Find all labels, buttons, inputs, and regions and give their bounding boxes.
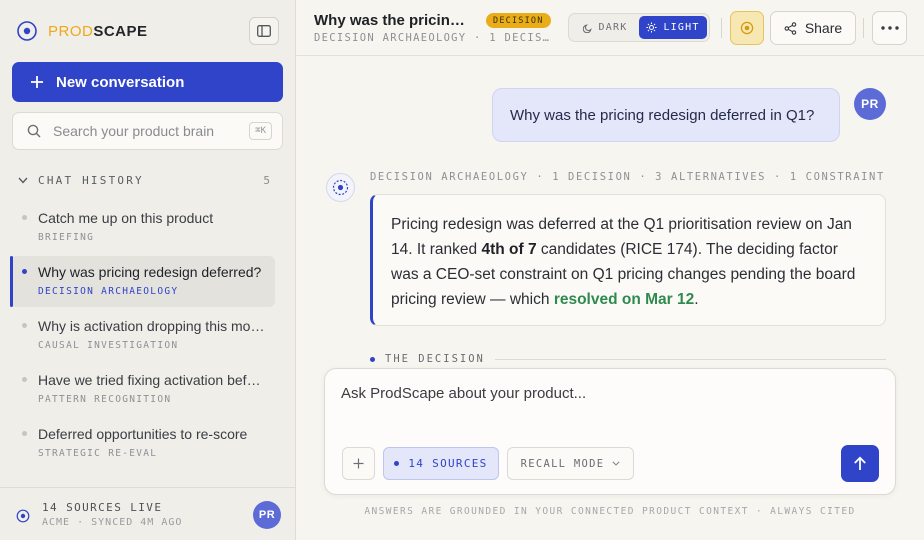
history-dot-icon (22, 431, 27, 436)
recall-mode-label: RECALL MODE (520, 457, 605, 470)
history-item-title: Deferred opportunities to re-score (38, 426, 248, 442)
attach-button[interactable] (342, 447, 375, 480)
history-dot-icon (22, 215, 27, 220)
history-item-title: Why is activation dropping this month? (38, 318, 265, 334)
insights-button[interactable] (730, 11, 764, 45)
history-item-type: BRIEFING (38, 232, 95, 243)
search-input[interactable] (53, 123, 238, 139)
history-item-type: DECISION ARCHAEOLOGY (38, 286, 179, 297)
top-bar: Why was the pricing redesign deferred? D… (296, 0, 924, 56)
history-item-type: PATTERN RECOGNITION (38, 394, 172, 405)
more-horizontal-icon (880, 26, 899, 30)
sources-live-icon (16, 509, 30, 523)
history-item-title: Have we tried fixing activation before? (38, 372, 265, 388)
new-conversation-label: New conversation (56, 73, 185, 91)
avatar[interactable]: PR (854, 88, 886, 120)
theme-toggle: DARK LIGHT (568, 13, 710, 42)
arrow-up-icon (854, 456, 866, 470)
sync-status: ACME · SYNCED 4M AGO (42, 517, 183, 528)
brand[interactable]: PRODSCAPE (16, 20, 148, 42)
answer-text: . (694, 291, 699, 308)
moon-icon (582, 23, 592, 33)
history-item-briefing[interactable]: Catch me up on this product BRIEFING (10, 202, 275, 253)
section-header-decision: THE DECISION (370, 353, 886, 365)
new-conversation-button[interactable]: New conversation (12, 62, 283, 102)
chevron-down-icon (612, 461, 621, 466)
search-box[interactable]: ⌘K (12, 112, 283, 150)
target-dot-icon (17, 21, 37, 41)
sun-icon (646, 22, 657, 33)
history-dot-icon (22, 377, 27, 382)
theme-light-button[interactable]: LIGHT (639, 16, 707, 39)
chat-history-list: Catch me up on this product BRIEFING Why… (10, 202, 275, 472)
answer-rank: 4th of 7 (481, 241, 537, 258)
recall-mode-select[interactable]: RECALL MODE (507, 447, 634, 480)
chevron-down-icon (18, 177, 28, 184)
brand-name-part2: SCAPE (93, 22, 148, 40)
sources-live-label: 14 SOURCES LIVE (42, 501, 163, 514)
send-button[interactable] (841, 445, 879, 482)
chat-history-header[interactable]: CHAT HISTORY 5 (18, 174, 270, 187)
history-item-type: STRATEGIC RE-EVAL (38, 448, 158, 459)
page-subtitle: DECISION ARCHAEOLOGY · 1 DECISION · 3 AL… (314, 32, 554, 44)
search-shortcut-badge: ⌘K (249, 122, 272, 140)
search-icon (27, 124, 41, 138)
history-item-pricing-deferred[interactable]: Why was pricing redesign deferred? DECIS… (10, 256, 275, 307)
share-label: Share (804, 20, 843, 36)
theme-light-label: LIGHT (663, 22, 700, 33)
history-item-title: Why was pricing redesign deferred? (38, 264, 262, 280)
history-item-deferred-opportunities[interactable]: Deferred opportunities to re-score STRAT… (10, 418, 275, 469)
history-item-activation-before[interactable]: Have we tried fixing activation before? … (10, 364, 275, 415)
brand-name: PRODSCAPE (48, 23, 148, 40)
history-item-activation-dropping[interactable]: Why is activation dropping this month? C… (10, 310, 275, 361)
plus-icon (353, 458, 364, 469)
answer-meta: DECISION ARCHAEOLOGY · 1 DECISION · 3 AL… (370, 171, 885, 183)
brand-name-part1: PROD (48, 22, 94, 40)
section-dot-icon (370, 356, 375, 362)
footnote: ANSWERS ARE GROUNDED IN YOUR CONNECTED P… (364, 506, 856, 517)
avatar[interactable]: PR (253, 501, 281, 529)
sources-button[interactable]: 14 SOURCES (383, 447, 499, 480)
section-title: THE DECISION (385, 353, 485, 365)
user-avatar: PR (854, 88, 886, 120)
history-item-title: Catch me up on this product (38, 210, 214, 226)
message-input[interactable] (341, 385, 881, 415)
theme-dark-label: DARK (598, 22, 628, 33)
share-button[interactable]: Share (770, 11, 856, 45)
sources-dot-icon (394, 461, 400, 466)
page-title: Why was the pricing redesign deferred? (314, 12, 474, 29)
chat-history-count: 5 (263, 174, 270, 187)
chat-history-title: CHAT HISTORY (38, 174, 144, 187)
divider (863, 18, 864, 38)
composer: 14 SOURCES RECALL MODE (324, 368, 896, 495)
collapse-sidebar-button[interactable] (249, 17, 279, 45)
share-icon (784, 21, 797, 35)
answer-resolved-link[interactable]: resolved on Mar 12 (554, 291, 694, 308)
user-message: Why was the pricing redesign deferred in… (492, 88, 840, 142)
sidebar-panel-icon (257, 25, 271, 37)
history-dot-icon (22, 269, 27, 274)
plus-icon (31, 76, 43, 88)
sources-label: 14 SOURCES (408, 457, 488, 470)
radar-target-icon (740, 21, 754, 35)
sidebar: PRODSCAPE New conversation ⌘K CHAT HISTO… (0, 0, 296, 540)
status-badge: DECISION (486, 13, 551, 28)
assistant-avatar (326, 173, 355, 202)
target-dot-icon (332, 179, 349, 196)
theme-dark-button[interactable]: DARK (571, 16, 639, 39)
history-dot-icon (22, 323, 27, 328)
section-divider (494, 358, 886, 360)
sidebar-footer: 14 SOURCES LIVE ACME · SYNCED 4M AGO PR (0, 487, 295, 540)
assistant-answer-card: Pricing redesign was deferred at the Q1 … (370, 194, 886, 326)
history-item-type: CAUSAL INVESTIGATION (38, 340, 179, 351)
more-options-button[interactable] (872, 11, 907, 45)
divider (721, 18, 722, 38)
